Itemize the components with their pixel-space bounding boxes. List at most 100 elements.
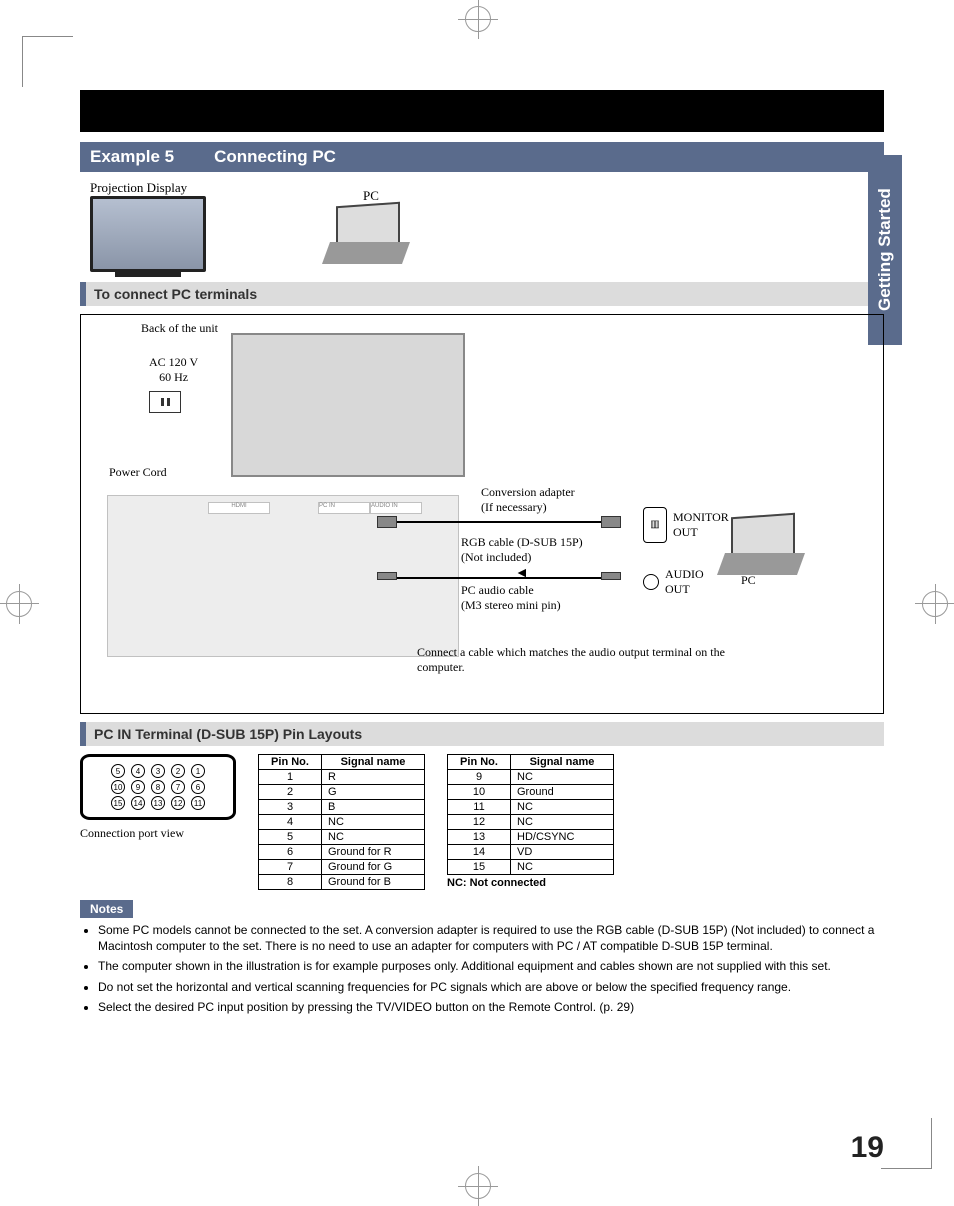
- pin-table-right-block: Pin No.Signal name 9NC 10Ground 11NC 12N…: [447, 754, 614, 889]
- conversion-adapter-label: Conversion adapter (If necessary): [481, 485, 575, 515]
- header-black-bar: [80, 90, 884, 132]
- arrow-left-icon: ◄: [461, 565, 583, 583]
- hdmi-label-icon: HDMI: [208, 502, 270, 514]
- dsub-port-block: 5 4 3 2 1 10 9 8 7 6 15 14 13 12: [80, 754, 236, 841]
- connection-diagram: Back of the unit AC 120 V 60 Hz Power Co…: [80, 314, 884, 714]
- th-pin: Pin No.: [259, 755, 322, 770]
- table-row: 14VD: [448, 845, 614, 860]
- pc-in-label-icon: PC IN: [318, 502, 370, 514]
- th-signal: Signal name: [511, 755, 614, 770]
- audio-out-label: AUDIO OUT: [643, 567, 704, 597]
- power-outlet-icon: [149, 391, 181, 413]
- port-caption: Connection port view: [80, 826, 236, 841]
- registration-mark-icon: [465, 1173, 491, 1199]
- vga-port-icon: ▥: [643, 507, 667, 543]
- pin-circle: 13: [151, 796, 165, 810]
- table-row: 2G: [259, 785, 425, 800]
- laptop-icon: [326, 204, 416, 264]
- table-row: 6Ground for R: [259, 845, 425, 860]
- conv-adapter-l2: (If necessary): [481, 500, 575, 515]
- pin-circle: 14: [131, 796, 145, 810]
- audio-out-l1: AUDIO: [665, 567, 704, 582]
- laptop-diagram-icon: [721, 515, 811, 575]
- pin-circle: 1: [191, 764, 205, 778]
- notes-heading: Notes: [80, 900, 133, 918]
- table-row: 3B: [259, 800, 425, 815]
- pin-circle: 11: [191, 796, 205, 810]
- rgb-cable-l1: RGB cable (D-SUB 15P): [461, 535, 583, 550]
- dsub-row1: 5 4 3 2 1: [111, 764, 205, 778]
- subsection-pin-layouts: PC IN Terminal (D-SUB 15P) Pin Layouts: [80, 722, 884, 746]
- pin-circle: 12: [171, 796, 185, 810]
- pc-label-diagram: PC: [741, 573, 756, 588]
- section-title: Connecting PC: [214, 147, 336, 167]
- pin-circle: 3: [151, 764, 165, 778]
- terminal-panel-icon: HDMI PC IN AUDIO IN: [107, 495, 459, 657]
- table-row: 12NC: [448, 815, 614, 830]
- top-illustration-row: Projection Display PC: [90, 180, 884, 272]
- registration-mark-icon: [922, 591, 948, 617]
- table-row: 8Ground for B: [259, 875, 425, 890]
- pin-circle: 8: [151, 780, 165, 794]
- audio-in-label-icon: AUDIO IN: [370, 502, 422, 514]
- power-cord-label: Power Cord: [109, 465, 167, 480]
- pin-circle: 2: [171, 764, 185, 778]
- pc-block: PC: [326, 188, 416, 264]
- table-row: 10Ground: [448, 785, 614, 800]
- th-signal: Signal name: [322, 755, 425, 770]
- monitor-out-label: ▥ MONITOR OUT: [643, 507, 729, 543]
- pin-circle: 6: [191, 780, 205, 794]
- jack-icon: [601, 572, 621, 580]
- pin-circle: 7: [171, 780, 185, 794]
- plug-icon: [377, 516, 397, 528]
- pin-layout-section: 5 4 3 2 1 10 9 8 7 6 15 14 13 12: [80, 754, 884, 890]
- table-row: 4NC: [259, 815, 425, 830]
- pc-audio-l2: (M3 stereo mini pin): [461, 598, 561, 613]
- pc-audio-l1: PC audio cable: [461, 583, 561, 598]
- rgb-cable-label: RGB cable (D-SUB 15P) (Not included) ◄: [461, 535, 583, 583]
- list-item: Select the desired PC input position by …: [98, 999, 884, 1015]
- table-row: 9NC: [448, 770, 614, 785]
- list-item: Some PC models cannot be connected to th…: [98, 922, 884, 954]
- table-row: 5NC: [259, 830, 425, 845]
- table-row: 1R: [259, 770, 425, 785]
- ac-line2: 60 Hz: [149, 370, 198, 385]
- list-item: Do not set the horizontal and vertical s…: [98, 979, 884, 995]
- unit-back-panel-icon: [231, 333, 465, 477]
- nc-note: NC: Not connected: [447, 877, 614, 889]
- th-pin: Pin No.: [448, 755, 511, 770]
- tv-icon: [90, 196, 206, 272]
- registration-mark-icon: [465, 6, 491, 32]
- pin-table-right: Pin No.Signal name 9NC 10Ground 11NC 12N…: [447, 754, 614, 875]
- example-label: Example 5: [90, 147, 174, 167]
- audio-match-note: Connect a cable which matches the audio …: [417, 645, 737, 675]
- pin-circle: 10: [111, 780, 125, 794]
- crop-corner-icon: [881, 1118, 932, 1169]
- rgb-cable-l2: (Not included): [461, 550, 583, 565]
- ac-power-label: AC 120 V 60 Hz: [149, 355, 198, 413]
- page-number: 19: [851, 1131, 884, 1165]
- pin-circle: 4: [131, 764, 145, 778]
- pin-circle: 5: [111, 764, 125, 778]
- registration-mark-icon: [6, 591, 32, 617]
- conv-adapter-l1: Conversion adapter: [481, 485, 575, 500]
- projection-display-label: Projection Display: [90, 180, 206, 196]
- table-row: 15NC: [448, 860, 614, 875]
- section-title-bar: Example 5 Connecting PC: [80, 142, 884, 172]
- table-row: 13HD/CSYNC: [448, 830, 614, 845]
- list-item: The computer shown in the illustration i…: [98, 958, 884, 974]
- pin-table-left: Pin No.Signal name 1R 2G 3B 4NC 5NC 6Gro…: [258, 754, 425, 890]
- page: Getting Started Example 5 Connecting PC …: [0, 0, 954, 1205]
- pc-audio-cable-label: PC audio cable (M3 stereo mini pin): [461, 583, 561, 613]
- projection-display-block: Projection Display: [90, 180, 206, 272]
- audio-jack-icon: [643, 574, 659, 590]
- dsub-connector-icon: 5 4 3 2 1 10 9 8 7 6 15 14 13 12: [80, 754, 236, 820]
- subsection-connect-pc: To connect PC terminals: [80, 282, 884, 306]
- pc-label-top: PC: [326, 188, 416, 204]
- table-row: 7Ground for G: [259, 860, 425, 875]
- dsub-row3: 15 14 13 12 11: [111, 796, 205, 810]
- pin-circle: 15: [111, 796, 125, 810]
- jack-icon: [377, 572, 397, 580]
- pin-circle: 9: [131, 780, 145, 794]
- back-of-unit-label: Back of the unit: [141, 321, 218, 336]
